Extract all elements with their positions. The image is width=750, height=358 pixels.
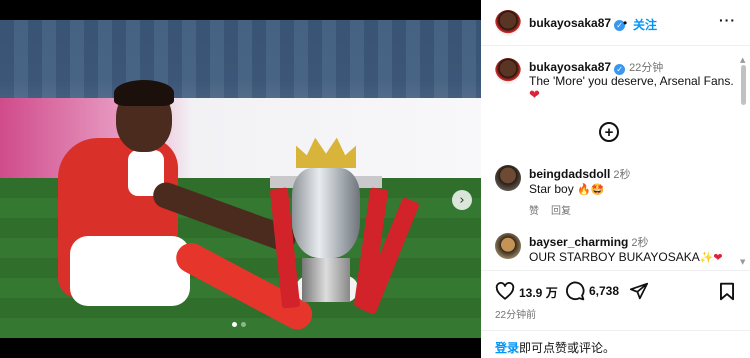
chevron-right-icon[interactable]: › <box>452 190 472 210</box>
comment-header: bayser_charming 2秒 <box>529 234 649 250</box>
comment-header: beingdadsdoll 2秒 <box>529 166 630 182</box>
caption-time: 22分钟 <box>629 62 664 74</box>
post-header: bukayosaka87 ✓ • 关注 ··· <box>481 0 750 46</box>
comment-text: Star boy 🔥🤩 <box>529 182 604 196</box>
post-viewer: › bukayosaka87 ✓ • 关注 ··· bukayosaka87 ✓ 22… <box>0 0 750 358</box>
comment-icon[interactable] <box>565 281 585 301</box>
login-prompt: 登录即可点赞或评论。 <box>495 339 615 356</box>
carousel-dot <box>241 322 246 327</box>
login-prompt-text: 即可点赞或评论。 <box>519 341 616 355</box>
trophy-crown <box>296 137 356 168</box>
share-icon[interactable] <box>629 282 649 300</box>
post-side-panel: bukayosaka87 ✓ • 关注 ··· bukayosaka87 ✓ 22分钟… <box>481 0 750 358</box>
username-link[interactable]: bukayosaka87 ✓ <box>529 16 626 31</box>
comment-body: OUR STARBOY BUKAYOSAKA <box>529 250 700 264</box>
more-options-icon[interactable]: ··· <box>719 12 736 28</box>
player-hair <box>114 80 174 106</box>
sparkle-heart-emoji: ✨❤ <box>699 251 723 264</box>
scrollbar-thumb[interactable] <box>741 65 746 105</box>
comments-scrollbar[interactable]: ▲ ▼ <box>740 56 747 266</box>
trophy-base <box>302 258 350 302</box>
comment-body: Star boy <box>529 182 578 196</box>
heart-emoji: ❤ <box>529 88 540 103</box>
caption-header: bukayosaka87 ✓ 22分钟 <box>529 59 663 75</box>
avatar[interactable] <box>495 58 521 84</box>
comment-text: OUR STARBOY BUKAYOSAKA✨❤ <box>529 250 723 264</box>
caption-username[interactable]: bukayosaka87 <box>529 60 611 74</box>
comment-count[interactable]: 6,738 <box>589 284 619 298</box>
login-link[interactable]: 登录 <box>495 341 519 355</box>
carousel-indicator <box>232 322 246 327</box>
separator-dot: • <box>623 16 628 30</box>
heart-icon[interactable] <box>495 282 515 300</box>
comment-username[interactable]: beingdadsdoll <box>529 167 610 181</box>
trophy <box>269 136 420 316</box>
avatar[interactable] <box>495 233 521 259</box>
username[interactable]: bukayosaka87 <box>529 16 611 30</box>
player-shorts <box>70 236 190 306</box>
post-image[interactable]: › <box>0 20 481 338</box>
scroll-down-icon[interactable]: ▼ <box>740 258 745 266</box>
fire-starstruck-emoji: 🔥🤩 <box>577 183 605 196</box>
like-comment-button[interactable]: 赞 <box>529 206 539 217</box>
comment-actions: 赞 回复 <box>529 202 583 217</box>
login-footer: 登录即可点赞或评论。 <box>481 330 750 358</box>
like-count[interactable]: 13.9 万 <box>519 284 558 301</box>
scroll-up-icon[interactable]: ▲ <box>740 56 745 64</box>
reply-button[interactable]: 回复 <box>551 206 571 217</box>
avatar[interactable] <box>495 10 521 36</box>
action-divider <box>481 270 750 271</box>
avatar[interactable] <box>495 165 521 191</box>
trophy-bowl <box>292 168 360 258</box>
comment-username[interactable]: bayser_charming <box>529 235 628 249</box>
caption-text: The 'More' you deserve, Arsenal Fans. <box>529 74 734 88</box>
post-timestamp: 22分钟前 <box>495 310 537 321</box>
follow-button[interactable]: 关注 <box>633 16 657 33</box>
comment-time: 2秒 <box>631 237 649 249</box>
add-comment-icon[interactable]: + <box>599 122 619 142</box>
bookmark-icon[interactable] <box>719 282 735 300</box>
carousel-dot-active <box>232 322 237 327</box>
comment-time: 2秒 <box>613 169 631 181</box>
